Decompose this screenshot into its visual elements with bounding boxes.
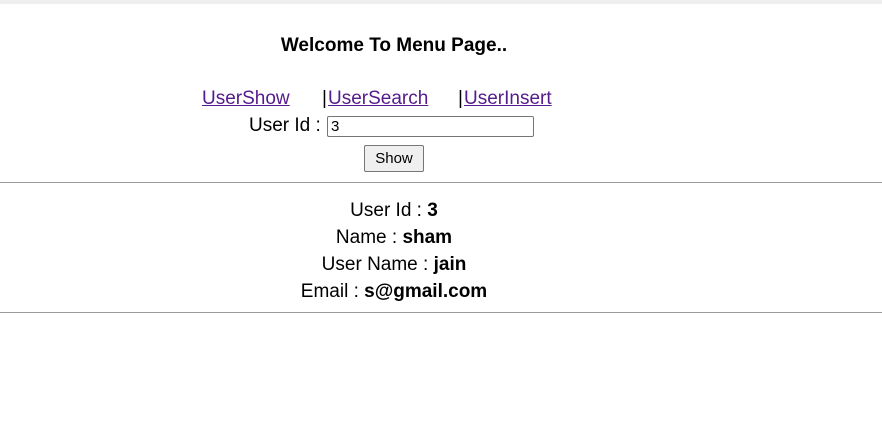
detail-value: jain — [433, 254, 467, 275]
detail-value: 3 — [427, 200, 438, 221]
detail-row-username: User Name : jain — [0, 251, 788, 278]
menu-link-usersearch[interactable]: UserSearch — [328, 88, 428, 110]
menu-separator: | — [322, 88, 327, 109]
menu-link-userinsert[interactable]: UserInsert — [464, 88, 552, 110]
detail-value: sham — [402, 227, 453, 248]
detail-row-email: Email : s@gmail.com — [0, 278, 788, 305]
user-details: User Id : 3 Name : sham User Name : jain… — [0, 197, 788, 305]
divider-top — [0, 182, 882, 183]
divider-bottom — [0, 312, 882, 313]
menu-separator: | — [458, 88, 463, 109]
detail-label: User Id : — [350, 200, 422, 221]
page: Welcome To Menu Page.. UserShow | UserSe… — [0, 0, 882, 432]
detail-label: User Name : — [321, 254, 429, 275]
user-id-input[interactable] — [327, 116, 534, 137]
detail-value: s@gmail.com — [364, 281, 488, 302]
user-id-label: User Id : — [249, 115, 321, 136]
page-title: Welcome To Menu Page.. — [280, 35, 508, 56]
menu-link-usershow[interactable]: UserShow — [202, 88, 290, 110]
detail-row-user-id: User Id : 3 — [0, 197, 788, 224]
top-border — [0, 0, 882, 4]
show-button[interactable]: Show — [364, 145, 424, 172]
detail-label: Email : — [300, 281, 359, 302]
detail-label: Name : — [335, 227, 398, 248]
menu-bar: UserShow | UserSearch | UserInsert — [0, 88, 882, 112]
detail-row-name: Name : sham — [0, 224, 788, 251]
